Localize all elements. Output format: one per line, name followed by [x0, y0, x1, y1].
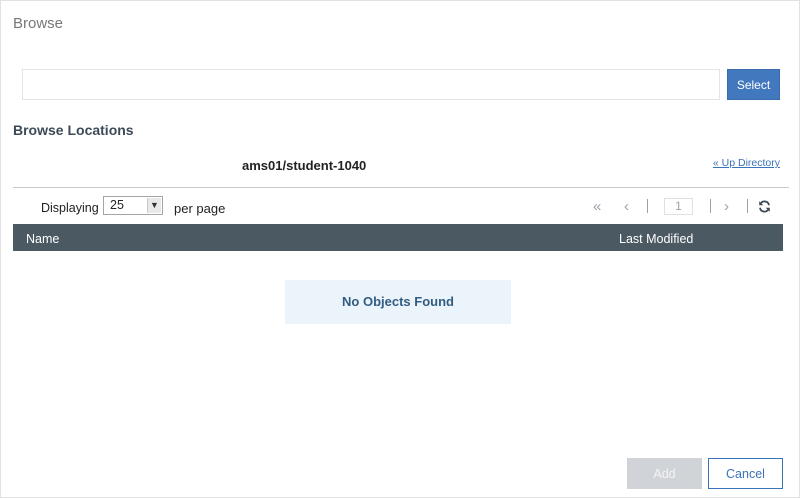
per-page-label: per page: [174, 201, 226, 216]
add-button: Add: [627, 458, 702, 489]
chevron-down-icon[interactable]: ▼: [147, 198, 161, 213]
table-header: Name Last Modified: [13, 224, 783, 251]
dialog-title: Browse: [13, 15, 64, 32]
path-input[interactable]: [22, 69, 720, 100]
pager-separator: [710, 199, 711, 213]
empty-state-message: No Objects Found: [285, 280, 511, 324]
up-directory-link[interactable]: « Up Directory: [713, 157, 780, 169]
page-size-select[interactable]: 25 ▼: [103, 196, 163, 215]
refresh-icon[interactable]: [758, 200, 771, 218]
column-header-last-modified[interactable]: Last Modified: [619, 232, 693, 246]
pager-separator: [747, 199, 748, 213]
cancel-button[interactable]: Cancel: [708, 458, 783, 489]
first-page-button[interactable]: «: [593, 198, 601, 215]
select-button[interactable]: Select: [727, 69, 780, 100]
page-size-value: 25: [110, 198, 124, 212]
prev-page-button[interactable]: ‹: [624, 198, 629, 215]
column-header-name[interactable]: Name: [26, 232, 59, 246]
section-heading: Browse Locations: [13, 122, 134, 138]
divider: [13, 187, 789, 188]
pager-separator: [647, 199, 648, 213]
displaying-label: Displaying: [41, 201, 99, 215]
current-location: ams01/student-1040: [242, 158, 367, 173]
next-page-button[interactable]: ›: [724, 198, 729, 215]
page-number-input[interactable]: 1: [664, 198, 693, 215]
browse-dialog: Browse Select Browse Locations ams01/stu…: [0, 0, 800, 498]
